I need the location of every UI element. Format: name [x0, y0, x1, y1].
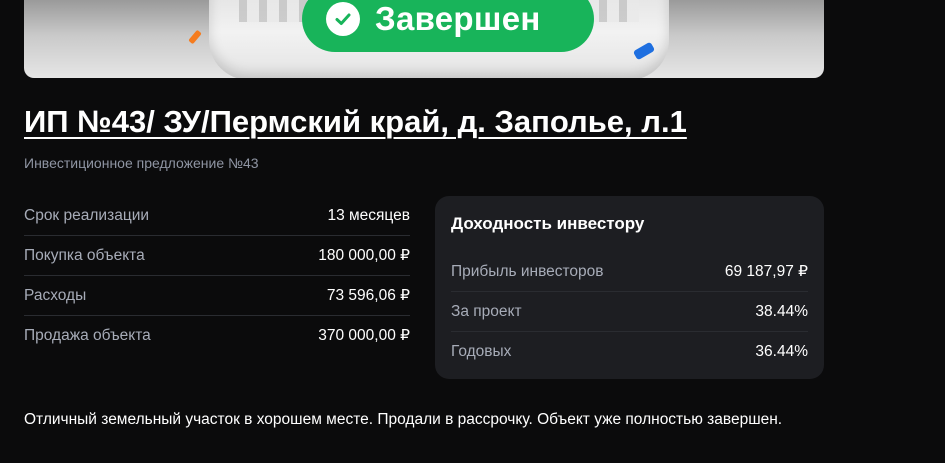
detail-label: Покупка объекта [24, 246, 145, 264]
status-badge: Завершен [302, 0, 594, 52]
detail-value: 13 месяцев [327, 206, 410, 224]
project-hero-image: Завершен [24, 0, 824, 78]
investor-returns-card: Доходность инвестору Прибыль инвесторов … [435, 196, 824, 379]
detail-label: Продажа объекта [24, 326, 151, 344]
project-description: Отличный земельный участок в хорошем мес… [24, 411, 783, 428]
returns-value: 38.44% [755, 302, 808, 320]
detail-row-duration: Срок реализации 13 месяцев [24, 196, 410, 236]
detail-value: 370 000,00 ₽ [318, 327, 410, 344]
returns-row-annual: Годовых 36.44% [451, 332, 808, 371]
detail-row-purchase: Покупка объекта 180 000,00 ₽ [24, 236, 410, 276]
detail-value: 73 596,06 ₽ [326, 287, 410, 304]
returns-label: За проект [451, 302, 522, 320]
detail-row-sale: Продажа объекта 370 000,00 ₽ [24, 316, 410, 355]
detail-label: Срок реализации [24, 206, 150, 224]
returns-value: 69 187,97 ₽ [724, 263, 808, 280]
page-title[interactable]: ИП №43/ ЗУ/Пермский край, д. Заполье, л.… [24, 104, 687, 140]
check-circle-icon [326, 2, 360, 36]
page-subtitle: Инвестиционное предложение №43 [24, 155, 259, 171]
returns-value: 36.44% [755, 342, 808, 360]
status-label: Завершен [375, 0, 541, 37]
project-details-list: Срок реализации 13 месяцев Покупка объек… [24, 196, 410, 355]
returns-label: Прибыль инвесторов [451, 262, 604, 280]
returns-card-title: Доходность инвестору [451, 214, 645, 233]
detail-label: Расходы [24, 286, 87, 304]
returns-row-project: За проект 38.44% [451, 292, 808, 332]
detail-value: 180 000,00 ₽ [318, 247, 410, 264]
detail-row-expenses: Расходы 73 596,06 ₽ [24, 276, 410, 316]
returns-row-profit: Прибыль инвесторов 69 187,97 ₽ [451, 252, 808, 292]
returns-label: Годовых [451, 342, 512, 360]
hero-orange-accent [188, 29, 202, 45]
